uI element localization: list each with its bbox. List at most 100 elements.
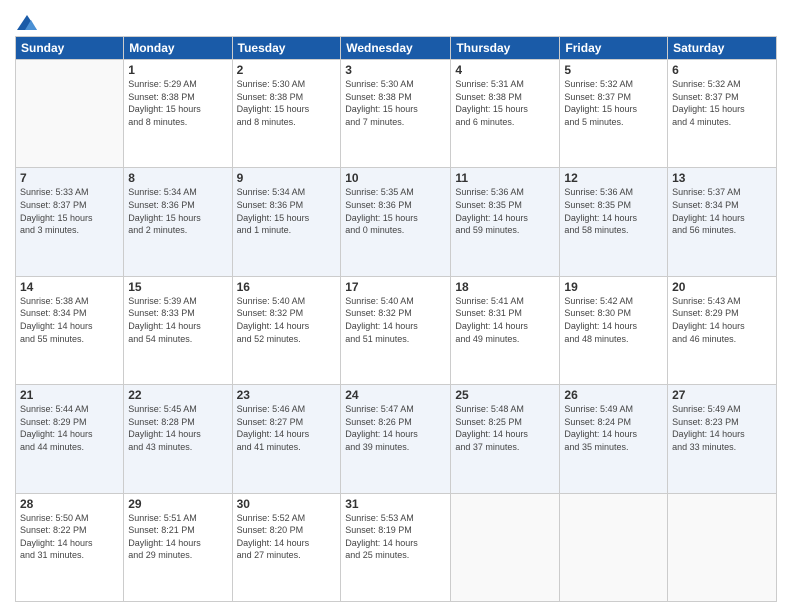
day-info: Sunrise: 5:42 AMSunset: 8:30 PMDaylight:…	[564, 295, 663, 345]
day-number: 14	[20, 280, 119, 294]
page: SundayMondayTuesdayWednesdayThursdayFrid…	[0, 0, 792, 612]
day-number: 21	[20, 388, 119, 402]
day-number: 28	[20, 497, 119, 511]
day-info: Sunrise: 5:44 AMSunset: 8:29 PMDaylight:…	[20, 403, 119, 453]
day-number: 5	[564, 63, 663, 77]
day-number: 29	[128, 497, 227, 511]
calendar-cell: 1Sunrise: 5:29 AMSunset: 8:38 PMDaylight…	[124, 60, 232, 168]
calendar-cell: 16Sunrise: 5:40 AMSunset: 8:32 PMDayligh…	[232, 276, 341, 384]
calendar-cell: 31Sunrise: 5:53 AMSunset: 8:19 PMDayligh…	[341, 493, 451, 601]
day-info: Sunrise: 5:45 AMSunset: 8:28 PMDaylight:…	[128, 403, 227, 453]
calendar-cell: 29Sunrise: 5:51 AMSunset: 8:21 PMDayligh…	[124, 493, 232, 601]
calendar-row-3: 21Sunrise: 5:44 AMSunset: 8:29 PMDayligh…	[16, 385, 777, 493]
calendar-cell: 22Sunrise: 5:45 AMSunset: 8:28 PMDayligh…	[124, 385, 232, 493]
calendar-cell: 9Sunrise: 5:34 AMSunset: 8:36 PMDaylight…	[232, 168, 341, 276]
calendar-cell: 28Sunrise: 5:50 AMSunset: 8:22 PMDayligh…	[16, 493, 124, 601]
calendar-cell: 10Sunrise: 5:35 AMSunset: 8:36 PMDayligh…	[341, 168, 451, 276]
day-number: 4	[455, 63, 555, 77]
day-info: Sunrise: 5:47 AMSunset: 8:26 PMDaylight:…	[345, 403, 446, 453]
day-number: 30	[237, 497, 337, 511]
day-number: 25	[455, 388, 555, 402]
calendar-cell: 23Sunrise: 5:46 AMSunset: 8:27 PMDayligh…	[232, 385, 341, 493]
calendar-cell: 4Sunrise: 5:31 AMSunset: 8:38 PMDaylight…	[451, 60, 560, 168]
day-number: 2	[237, 63, 337, 77]
calendar-cell: 2Sunrise: 5:30 AMSunset: 8:38 PMDaylight…	[232, 60, 341, 168]
day-number: 15	[128, 280, 227, 294]
day-info: Sunrise: 5:36 AMSunset: 8:35 PMDaylight:…	[564, 186, 663, 236]
day-info: Sunrise: 5:37 AMSunset: 8:34 PMDaylight:…	[672, 186, 772, 236]
day-info: Sunrise: 5:39 AMSunset: 8:33 PMDaylight:…	[128, 295, 227, 345]
day-number: 18	[455, 280, 555, 294]
weekday-header-wednesday: Wednesday	[341, 37, 451, 60]
day-number: 7	[20, 171, 119, 185]
calendar-row-1: 7Sunrise: 5:33 AMSunset: 8:37 PMDaylight…	[16, 168, 777, 276]
calendar-cell: 21Sunrise: 5:44 AMSunset: 8:29 PMDayligh…	[16, 385, 124, 493]
logo	[15, 10, 37, 30]
calendar-cell: 27Sunrise: 5:49 AMSunset: 8:23 PMDayligh…	[668, 385, 777, 493]
day-number: 11	[455, 171, 555, 185]
calendar-cell	[668, 493, 777, 601]
calendar-cell: 18Sunrise: 5:41 AMSunset: 8:31 PMDayligh…	[451, 276, 560, 384]
calendar-cell: 11Sunrise: 5:36 AMSunset: 8:35 PMDayligh…	[451, 168, 560, 276]
day-info: Sunrise: 5:49 AMSunset: 8:24 PMDaylight:…	[564, 403, 663, 453]
calendar-cell: 19Sunrise: 5:42 AMSunset: 8:30 PMDayligh…	[560, 276, 668, 384]
calendar-cell: 13Sunrise: 5:37 AMSunset: 8:34 PMDayligh…	[668, 168, 777, 276]
day-info: Sunrise: 5:30 AMSunset: 8:38 PMDaylight:…	[237, 78, 337, 128]
header	[15, 10, 777, 30]
day-number: 12	[564, 171, 663, 185]
day-info: Sunrise: 5:31 AMSunset: 8:38 PMDaylight:…	[455, 78, 555, 128]
day-info: Sunrise: 5:34 AMSunset: 8:36 PMDaylight:…	[128, 186, 227, 236]
day-number: 10	[345, 171, 446, 185]
calendar-cell: 30Sunrise: 5:52 AMSunset: 8:20 PMDayligh…	[232, 493, 341, 601]
calendar-cell: 5Sunrise: 5:32 AMSunset: 8:37 PMDaylight…	[560, 60, 668, 168]
day-info: Sunrise: 5:32 AMSunset: 8:37 PMDaylight:…	[564, 78, 663, 128]
day-info: Sunrise: 5:43 AMSunset: 8:29 PMDaylight:…	[672, 295, 772, 345]
day-number: 3	[345, 63, 446, 77]
day-info: Sunrise: 5:36 AMSunset: 8:35 PMDaylight:…	[455, 186, 555, 236]
logo-icon	[17, 10, 37, 30]
day-number: 23	[237, 388, 337, 402]
day-info: Sunrise: 5:38 AMSunset: 8:34 PMDaylight:…	[20, 295, 119, 345]
calendar-row-4: 28Sunrise: 5:50 AMSunset: 8:22 PMDayligh…	[16, 493, 777, 601]
calendar-cell: 14Sunrise: 5:38 AMSunset: 8:34 PMDayligh…	[16, 276, 124, 384]
weekday-header-friday: Friday	[560, 37, 668, 60]
day-number: 24	[345, 388, 446, 402]
day-number: 31	[345, 497, 446, 511]
weekday-header-sunday: Sunday	[16, 37, 124, 60]
day-number: 6	[672, 63, 772, 77]
day-number: 1	[128, 63, 227, 77]
calendar-cell: 20Sunrise: 5:43 AMSunset: 8:29 PMDayligh…	[668, 276, 777, 384]
day-info: Sunrise: 5:51 AMSunset: 8:21 PMDaylight:…	[128, 512, 227, 562]
day-info: Sunrise: 5:49 AMSunset: 8:23 PMDaylight:…	[672, 403, 772, 453]
day-number: 20	[672, 280, 772, 294]
calendar-cell: 17Sunrise: 5:40 AMSunset: 8:32 PMDayligh…	[341, 276, 451, 384]
weekday-header-row: SundayMondayTuesdayWednesdayThursdayFrid…	[16, 37, 777, 60]
calendar-cell: 24Sunrise: 5:47 AMSunset: 8:26 PMDayligh…	[341, 385, 451, 493]
day-number: 8	[128, 171, 227, 185]
day-number: 22	[128, 388, 227, 402]
calendar-cell: 8Sunrise: 5:34 AMSunset: 8:36 PMDaylight…	[124, 168, 232, 276]
calendar-row-2: 14Sunrise: 5:38 AMSunset: 8:34 PMDayligh…	[16, 276, 777, 384]
day-info: Sunrise: 5:33 AMSunset: 8:37 PMDaylight:…	[20, 186, 119, 236]
day-info: Sunrise: 5:32 AMSunset: 8:37 PMDaylight:…	[672, 78, 772, 128]
day-info: Sunrise: 5:40 AMSunset: 8:32 PMDaylight:…	[345, 295, 446, 345]
day-number: 9	[237, 171, 337, 185]
day-info: Sunrise: 5:48 AMSunset: 8:25 PMDaylight:…	[455, 403, 555, 453]
calendar-cell: 6Sunrise: 5:32 AMSunset: 8:37 PMDaylight…	[668, 60, 777, 168]
calendar-cell	[560, 493, 668, 601]
day-info: Sunrise: 5:40 AMSunset: 8:32 PMDaylight:…	[237, 295, 337, 345]
calendar-cell: 15Sunrise: 5:39 AMSunset: 8:33 PMDayligh…	[124, 276, 232, 384]
day-info: Sunrise: 5:52 AMSunset: 8:20 PMDaylight:…	[237, 512, 337, 562]
day-number: 17	[345, 280, 446, 294]
calendar-cell: 12Sunrise: 5:36 AMSunset: 8:35 PMDayligh…	[560, 168, 668, 276]
day-info: Sunrise: 5:46 AMSunset: 8:27 PMDaylight:…	[237, 403, 337, 453]
day-number: 19	[564, 280, 663, 294]
day-info: Sunrise: 5:50 AMSunset: 8:22 PMDaylight:…	[20, 512, 119, 562]
day-number: 27	[672, 388, 772, 402]
day-info: Sunrise: 5:35 AMSunset: 8:36 PMDaylight:…	[345, 186, 446, 236]
calendar-cell	[16, 60, 124, 168]
calendar-cell: 26Sunrise: 5:49 AMSunset: 8:24 PMDayligh…	[560, 385, 668, 493]
day-info: Sunrise: 5:41 AMSunset: 8:31 PMDaylight:…	[455, 295, 555, 345]
day-info: Sunrise: 5:34 AMSunset: 8:36 PMDaylight:…	[237, 186, 337, 236]
weekday-header-thursday: Thursday	[451, 37, 560, 60]
